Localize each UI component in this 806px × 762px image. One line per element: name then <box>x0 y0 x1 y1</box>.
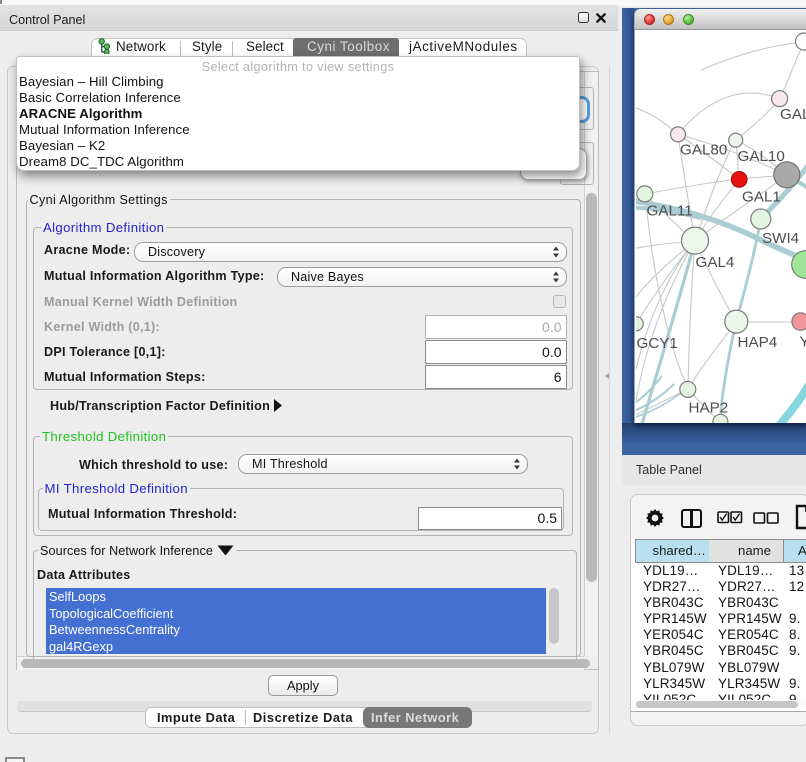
svg-text:GAL11: GAL11 <box>647 203 693 220</box>
svg-text:HAP4: HAP4 <box>738 334 778 351</box>
svg-text:GCY1: GCY1 <box>637 335 678 352</box>
svg-text:YJ: YJ <box>800 334 806 351</box>
svg-text:GAL1: GAL1 <box>742 189 781 206</box>
svg-text:GAL7: GAL7 <box>780 106 806 123</box>
svg-text:GAL4: GAL4 <box>696 254 735 271</box>
svg-text:GAL10: GAL10 <box>738 148 785 165</box>
svg-text:HAP2: HAP2 <box>689 400 729 417</box>
svg-text:GAL80: GAL80 <box>680 142 727 159</box>
svg-text:SWI4: SWI4 <box>762 230 799 247</box>
